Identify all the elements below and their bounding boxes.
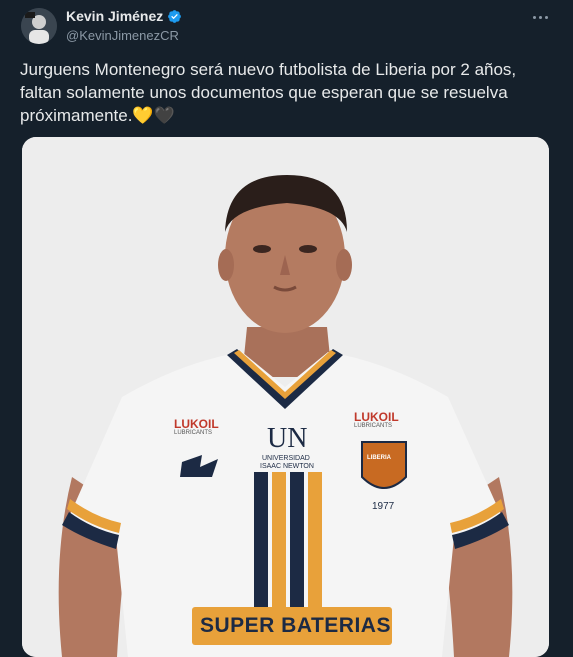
crest-year: 1977	[372, 501, 395, 512]
tweet-media[interactable]: LUKOIL LUBRICANTS LUKOIL LUBRICANTS UN U…	[22, 137, 549, 657]
sponsor-left-sub-text: LUBRICANTS	[174, 430, 213, 436]
university-line1: UNIVERSIDAD	[262, 455, 310, 462]
author-avatar[interactable]	[21, 8, 57, 44]
avatar-photo-icon	[21, 8, 57, 44]
university-line2: ISAAC NEWTON	[260, 463, 314, 470]
sponsor-right-sub-text: LUBRICANTS	[354, 423, 393, 429]
author-display-name[interactable]: Kevin Jiménez	[66, 8, 163, 24]
author-name-row: Kevin Jiménez	[66, 8, 182, 24]
crest-text: LIBERIA	[367, 455, 391, 461]
player-photo-icon	[22, 137, 549, 657]
verified-badge-icon	[168, 9, 182, 23]
sponsor-right-text: LUKOIL	[354, 410, 399, 424]
tweet-text: Jurguens Montenegro será nuevo futbolist…	[20, 60, 517, 125]
author-handle[interactable]: @KevinJimenezCR	[66, 28, 179, 43]
chest-sponsor-text: SUPER BATERIAS	[200, 614, 391, 637]
more-options-icon[interactable]	[528, 8, 552, 26]
sponsor-left-text: LUKOIL	[174, 417, 219, 431]
university-logo: UN	[267, 423, 308, 454]
tweet: Kevin Jiménez @KevinJimenezCR Jurguens M…	[0, 0, 573, 657]
